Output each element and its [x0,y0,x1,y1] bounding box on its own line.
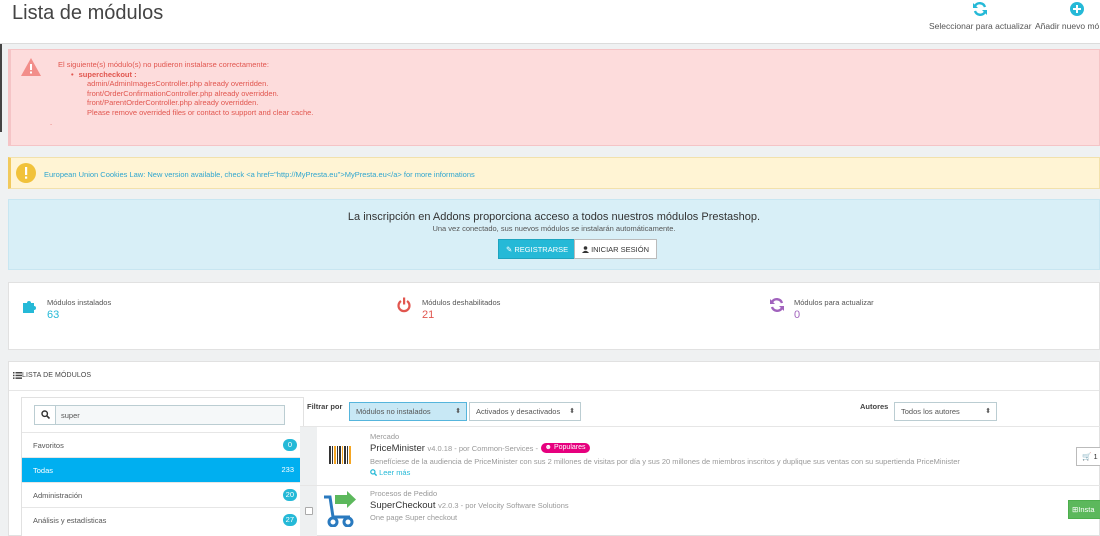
install-module-label: Insta [1078,505,1095,514]
stat-disabled-value: 21 [422,309,435,321]
cookie-law-alert: European Union Cookies Law: New version … [8,157,1100,189]
search-input[interactable]: super [61,411,80,420]
category-all[interactable]: Todas 233 [22,457,303,482]
plus-circle-icon [1070,2,1084,16]
module-search[interactable]: super [34,405,285,425]
authors-filter-value: Todos los autores [901,407,960,416]
stat-to-update-value: 0 [794,309,801,321]
category-label: Todas [33,466,54,475]
page-header: Lista de módulos Seleccionar para actual… [0,0,1100,44]
category-count: 20 [282,489,297,501]
module-title: SuperCheckout v2.0.3 - por Velocity Soft… [370,500,569,511]
login-label: INICIAR SESIÓN [591,245,650,254]
select-to-update-button[interactable]: Seleccionar para actualizar [929,2,1032,31]
read-more-link[interactable]: Leer más [370,468,410,477]
module-list-title: LISTA DE MÓDULOS [22,372,92,379]
buy-module-button[interactable]: 🛒 1 [1076,447,1100,466]
login-button[interactable]: INICIAR SESIÓN [574,239,658,259]
page-title: Lista de módulos [12,2,164,24]
users-icon: ☻ [544,444,553,452]
error-line: front/OrderConfirmationController.php al… [87,88,279,98]
status-filter-select[interactable]: Módulos no instalados [349,402,467,421]
active-filter-value: Activados y desactivados [476,407,561,416]
addons-signup-banner: La inscripción en Addons proporciona acc… [8,199,1100,270]
sidebar-edge [0,44,2,132]
category-administration[interactable]: Administración 20 [22,482,303,507]
stat-disabled-label: Módulos deshabilitados [422,298,501,307]
module-description: Benefíciese de la audiencia de PriceMini… [370,457,960,466]
select-to-update-label: Seleccionar para actualizar [929,21,1032,31]
popular-badge: ☻ Populares [540,443,590,454]
category-panel: super Favoritos 0 Todas 233 Administraci… [21,397,304,536]
error-colon: : [134,69,137,79]
error-module-name: supercheckout [78,69,132,79]
add-new-module-button[interactable]: Añadir nuevo mó [1035,2,1099,31]
filter-label: Filtrar por [307,402,343,411]
module-name: SuperCheckout [370,500,436,511]
priceminister-logo-icon [329,446,351,464]
authors-label: Autores [860,402,889,411]
module-row-priceminister: Mercado PriceMinister v4.0.18 - por Comm… [300,426,1100,485]
category-count: 0 [283,439,297,451]
buy-module-label: 1 [1093,452,1098,461]
popular-label: Populares [553,444,586,452]
module-meta: v4.0.18 - por Common-Services - [427,444,538,453]
category-count: 233 [281,465,294,474]
read-more-label: Leer más [379,468,411,477]
error-line: Please remove overrided files or contact… [87,107,314,117]
puzzle-icon [23,301,36,313]
module-list-panel: LISTA DE MÓDULOS super Favoritos 0 Todas… [8,361,1100,536]
active-filter-select[interactable]: Activados y desactivados [469,402,581,421]
category-analytics[interactable]: Análisis y estadísticas 27 [22,507,303,532]
stat-installed-value: 63 [47,309,60,321]
addons-heading: La inscripción en Addons proporciona acc… [347,211,761,223]
exclamation-circle-icon [16,163,36,183]
error-line: front/ParentOrderController.php already … [87,98,259,108]
module-description: One page Super checkout [370,513,458,522]
cookie-law-text[interactable]: European Union Cookies Law: New version … [44,170,475,179]
register-label: REGISTRARSE [514,245,569,254]
module-category: Mercado [370,432,400,441]
warning-triangle-icon [21,58,41,76]
module-row-supercheckout: Procesos de Pedido SuperCheckout v2.0.3 … [300,485,1100,536]
status-filter-value: Módulos no instalados [356,407,431,416]
category-label: Análisis y estadísticas [33,516,107,525]
search-button[interactable] [35,406,56,424]
stat-to-update-label: Módulos para actualizar [794,298,874,307]
cart-icon: 🛒 [1082,452,1092,461]
authors-filter-select[interactable]: Todos los autores [894,402,997,421]
module-stats-panel: Módulos instalados 63 Módulos deshabilit… [8,282,1100,350]
supercheckout-logo-icon [324,491,356,527]
list-icon [13,372,22,379]
category-count: 27 [282,514,297,526]
module-select-checkbox[interactable] [305,507,313,515]
category-label: Favoritos [33,441,64,450]
module-list-header: LISTA DE MÓDULOS [9,362,1099,391]
module-category: Procesos de Pedido [370,489,438,498]
add-new-module-label: Añadir nuevo mó [1035,21,1100,31]
module-title: PriceMinister v4.0.18 - por Common-Servi… [370,443,590,454]
category-label: Administración [33,491,83,500]
module-meta: v2.0.3 - por Velocity Software Solutions [438,501,569,510]
error-dot: . [50,117,53,127]
row-gutter [300,427,317,485]
search-icon [41,410,50,419]
addons-subtext: Una vez conectado, sus nuevos módulos se… [432,224,676,233]
power-icon [397,297,411,313]
install-module-button[interactable]: ⊞Insta [1068,500,1100,519]
pencil-icon: ✎ [506,245,513,254]
refresh-icon [973,2,988,16]
error-line: admin/AdminImagesController.php already … [87,79,269,89]
install-error-alert: El siguiente(s) módulo(s) no pudieron in… [8,49,1100,146]
category-favorites[interactable]: Favoritos 0 [22,432,303,457]
stat-installed-label: Módulos instalados [47,298,112,307]
refresh-icon [770,298,784,312]
search-icon [370,469,378,477]
register-button[interactable]: ✎ REGISTRARSE [498,239,577,259]
user-icon [582,246,589,253]
module-name: PriceMinister [370,443,425,454]
error-intro: El siguiente(s) módulo(s) no pudieron in… [58,60,269,69]
